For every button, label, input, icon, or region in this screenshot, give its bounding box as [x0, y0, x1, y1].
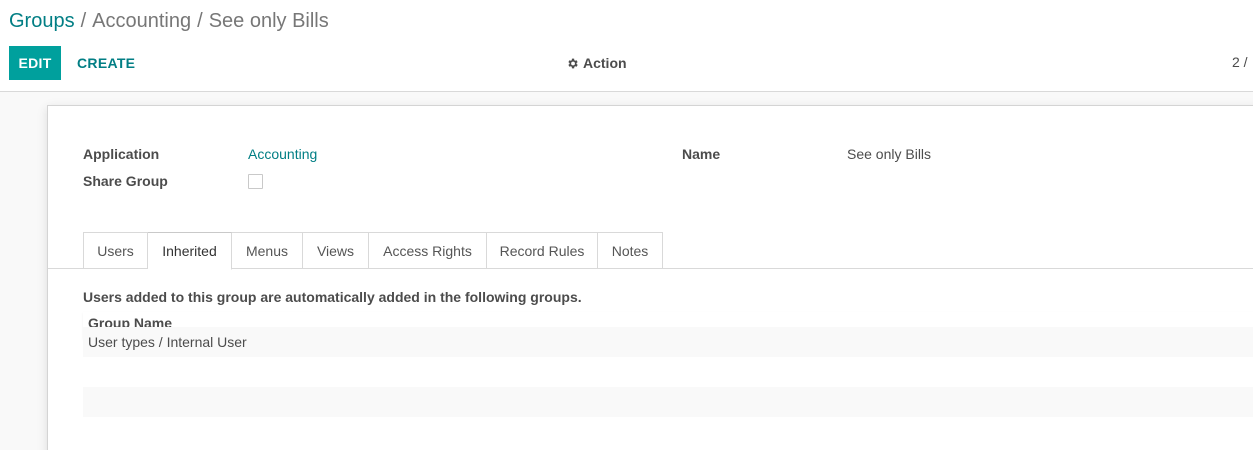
create-button[interactable]: CREATE: [69, 46, 143, 80]
action-menu-button[interactable]: Action: [566, 53, 627, 73]
breadcrumb-separator: /: [80, 10, 87, 32]
share-group-checkbox[interactable]: [248, 174, 263, 189]
tab-views[interactable]: Views: [303, 232, 369, 269]
breadcrumb-separator: /: [197, 10, 203, 32]
gear-icon: [568, 58, 578, 68]
tab-notes[interactable]: Notes: [598, 232, 663, 269]
form-sheet: Application Accounting Share Group Name …: [47, 105, 1253, 450]
breadcrumb: Groups / Accounting / See only Bills: [9, 10, 329, 33]
content-area: Application Accounting Share Group Name …: [0, 92, 1253, 450]
name-value: See only Bills: [847, 146, 932, 162]
tab-menus[interactable]: Menus: [232, 232, 303, 269]
tab-users[interactable]: Users: [83, 232, 148, 269]
breadcrumb-accounting: Accounting: [92, 10, 192, 32]
pager[interactable]: 2 /: [1232, 54, 1248, 70]
table-row-empty: [83, 387, 1253, 417]
tab-access-rights[interactable]: Access Rights: [369, 232, 487, 269]
edit-button[interactable]: EDIT: [9, 46, 61, 80]
application-label: Application: [83, 146, 160, 162]
breadcrumb-current: See only Bills: [208, 10, 329, 32]
tab-record-rules[interactable]: Record Rules: [487, 232, 598, 269]
table-row-empty: [83, 357, 1253, 387]
inherited-help-text: Users added to this group are automatica…: [83, 289, 582, 305]
control-panel: Groups / Accounting / See only Bills EDIT CR…: [0, 0, 1253, 92]
name-label: Name: [682, 146, 721, 162]
notebook-tabs: Users Inherited Menus Views Access Right…: [48, 232, 1253, 270]
share-group-label: Share Group: [83, 173, 168, 189]
tab-inherited[interactable]: Inherited: [148, 232, 232, 270]
action-menu-label: Action: [583, 55, 627, 71]
breadcrumb-groups-link[interactable]: Groups: [9, 10, 75, 32]
application-value-link[interactable]: Accounting: [248, 146, 317, 162]
